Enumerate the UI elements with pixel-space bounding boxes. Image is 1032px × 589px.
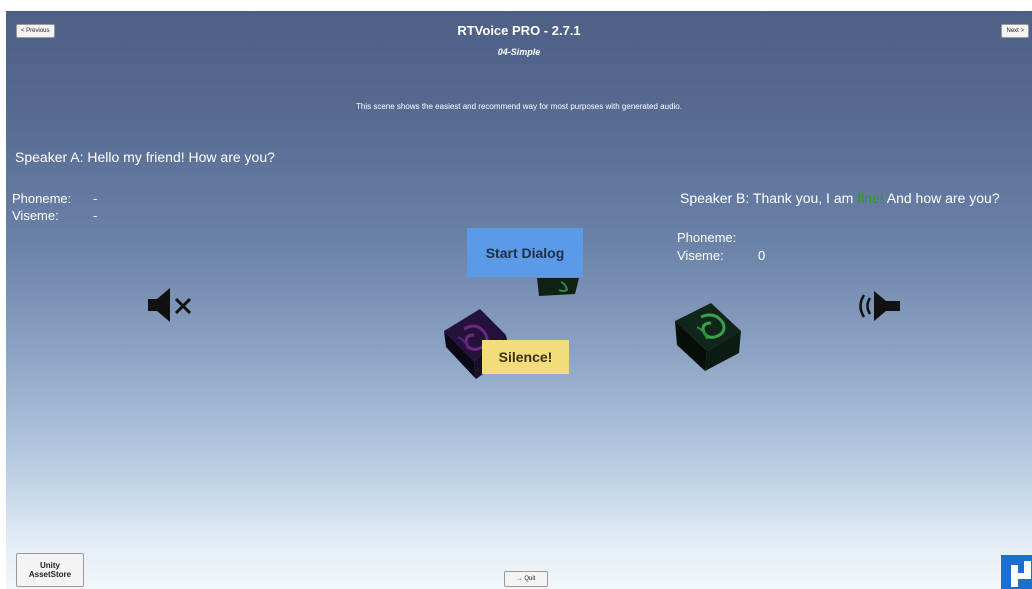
speaker-a-text: Speaker A: Hello my friend! How are you? [15,149,275,165]
speaker-a-viseme-label: Viseme: [12,208,59,223]
silence-button[interactable]: Silence! [482,340,569,374]
scene-description: This scene shows the easiest and recomme… [356,102,682,111]
page-title: RTVoice PRO - 2.7.1 [457,23,581,38]
speaker-b-highlighted-word: fine! [857,190,884,206]
assetstore-label-line1: Unity [40,561,60,570]
quit-icon: → [516,576,523,582]
green-cube [675,303,741,371]
speaker-playing-icon [859,291,900,321]
speaker-a-phoneme-label: Phoneme: [12,191,72,206]
quit-button[interactable]: → Quit [504,571,548,587]
speaker-b-phoneme-label: Phoneme: [677,230,737,245]
speaker-b-text-after: And how are you? [883,190,1000,206]
small-cube [537,278,579,296]
speaker-a-phoneme-value: - [93,191,98,206]
unity-assetstore-button[interactable]: Unity AssetStore [16,553,84,587]
speaker-b-viseme-value: 0 [758,248,766,263]
scene-name: 04-Simple [497,47,541,57]
speaker-b-text: Speaker B: Thank you, I am fine! And how… [680,190,1000,206]
speaker-b-text-before: Speaker B: Thank you, I am [680,190,858,206]
scene-viewport: < Previous Next > RTVoice PRO - 2.7.1 04… [6,11,1032,589]
assetstore-label-line2: AssetStore [28,570,72,579]
speaker-a-viseme-value: - [93,208,98,223]
speaker-muted-icon [148,288,192,322]
start-dialog-button[interactable]: Start Dialog [467,228,583,277]
logo-icon[interactable] [999,551,1032,589]
quit-label: Quit [524,576,536,582]
speaker-b-viseme-label: Viseme: [677,248,724,263]
